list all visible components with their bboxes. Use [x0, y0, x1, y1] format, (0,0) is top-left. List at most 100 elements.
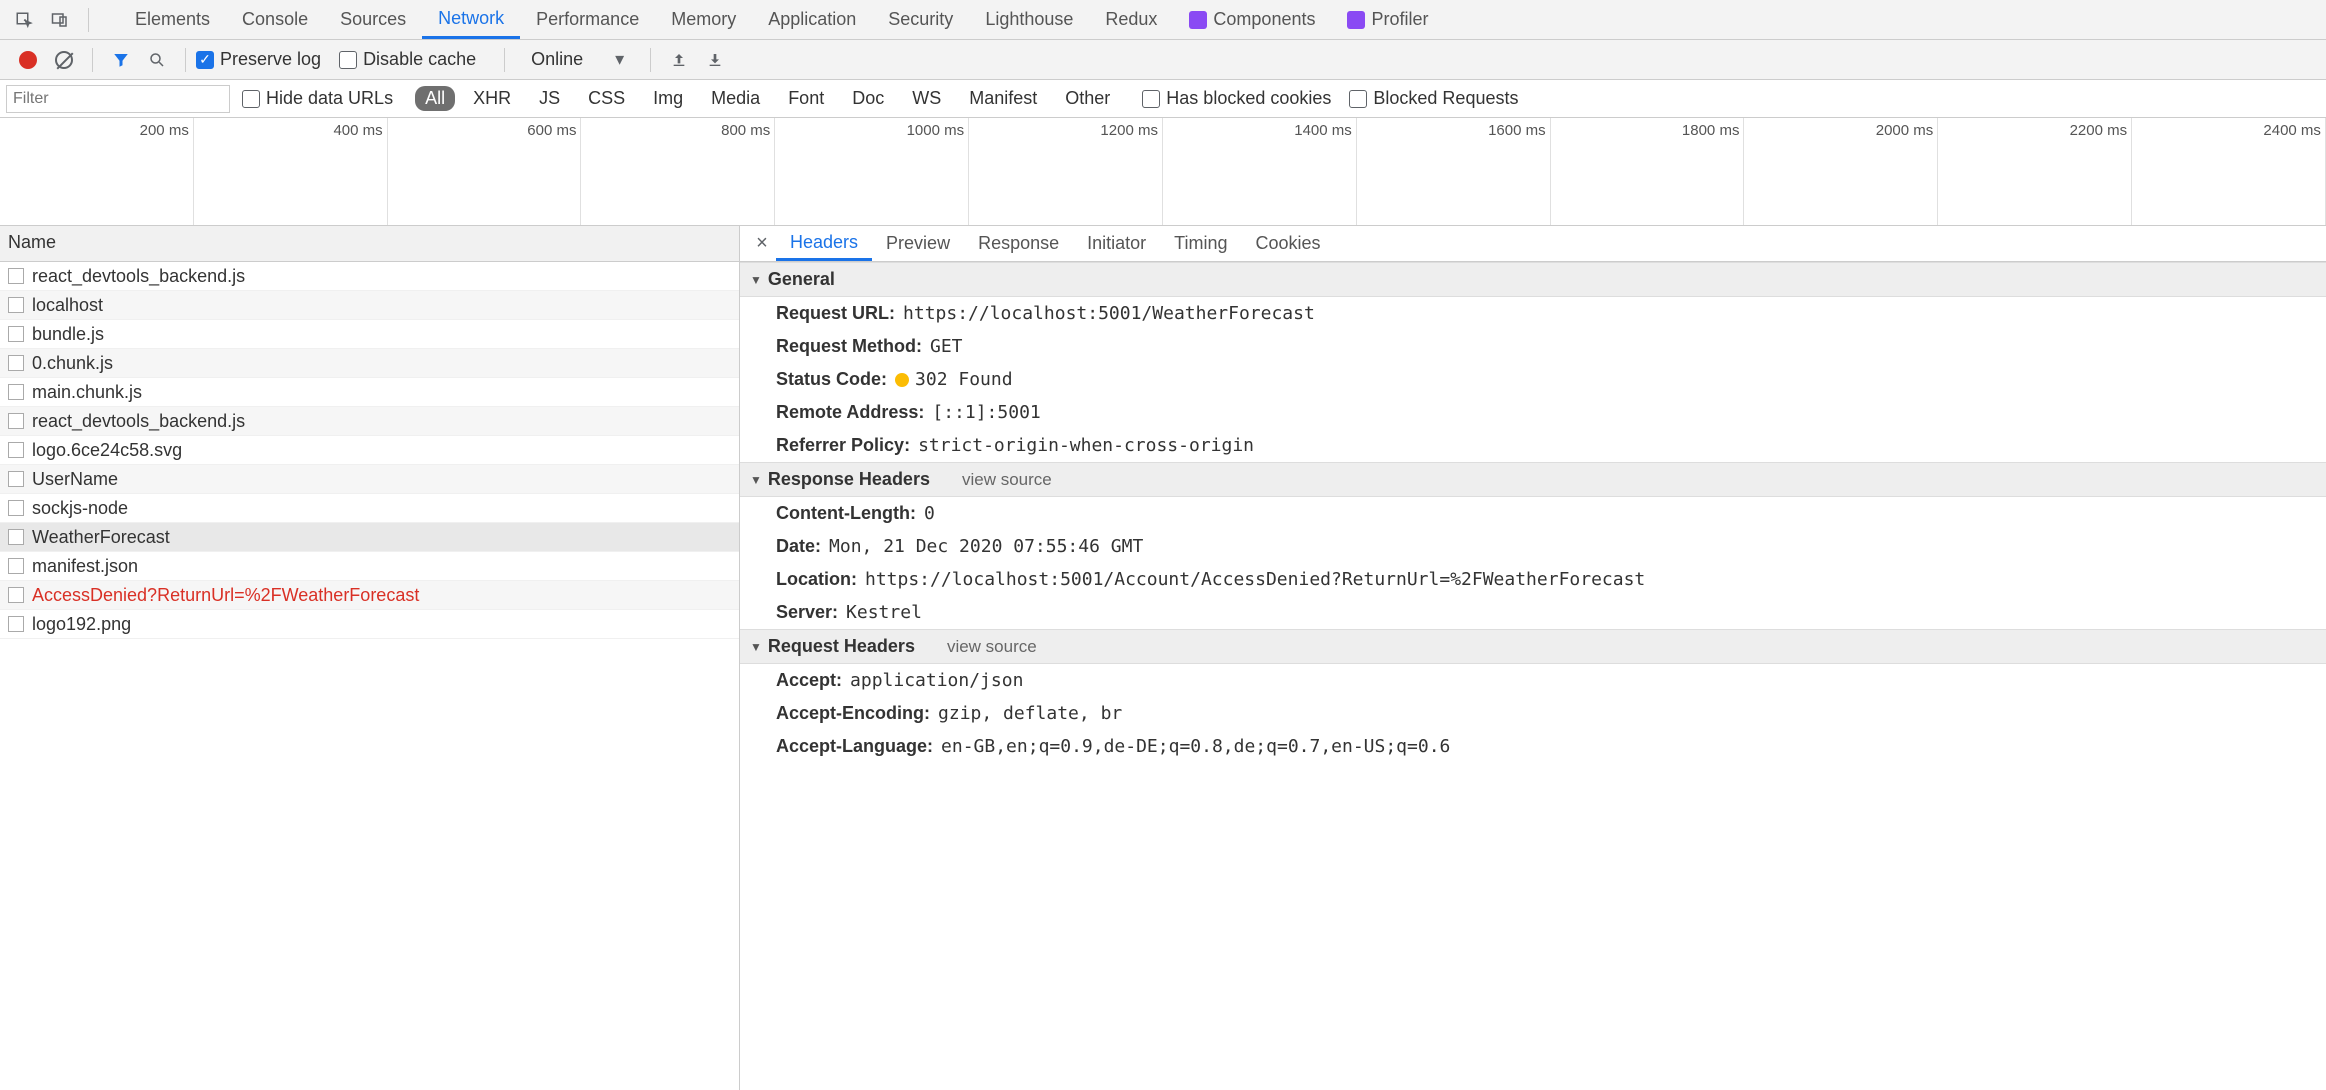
has-blocked-cookies-checkbox[interactable]: Has blocked cookies	[1142, 88, 1331, 109]
view-source-link[interactable]: view source	[962, 470, 1052, 490]
tab-components[interactable]: Components	[1173, 0, 1331, 39]
name-column-header[interactable]: Name	[0, 226, 739, 262]
record-icon	[19, 51, 37, 69]
type-pill-css[interactable]: CSS	[578, 86, 635, 111]
inspect-icon[interactable]	[10, 6, 38, 34]
request-name: WeatherForecast	[32, 527, 170, 548]
type-pill-js[interactable]: JS	[529, 86, 570, 111]
timeline-tick: 2400 ms	[2263, 122, 2321, 139]
timeline-tick: 2200 ms	[2070, 122, 2128, 139]
request-name: react_devtools_backend.js	[32, 266, 245, 287]
referrer-policy-value: strict-origin-when-cross-origin	[918, 435, 1254, 456]
remote-address-key: Remote Address:	[776, 402, 924, 423]
preserve-log-checkbox[interactable]: ✓ Preserve log	[196, 49, 321, 70]
detail-tab-initiator[interactable]: Initiator	[1073, 226, 1160, 261]
request-headers-section[interactable]: ▼ Request Headers view source	[740, 629, 2326, 664]
header-key: Date:	[776, 536, 821, 557]
react-icon	[1189, 11, 1207, 29]
timeline[interactable]: 200 ms 400 ms 600 ms 800 ms 1000 ms 1200…	[0, 118, 2326, 226]
type-pill-all[interactable]: All	[415, 86, 455, 111]
request-row[interactable]: react_devtools_backend.js	[0, 262, 739, 291]
detail-tab-timing[interactable]: Timing	[1160, 226, 1241, 261]
timeline-tick: 2000 ms	[1876, 122, 1934, 139]
type-pill-doc[interactable]: Doc	[842, 86, 894, 111]
clear-icon	[55, 51, 73, 69]
type-pill-media[interactable]: Media	[701, 86, 770, 111]
view-source-link[interactable]: view source	[947, 637, 1037, 657]
header-value: Mon, 21 Dec 2020 07:55:46 GMT	[829, 536, 1143, 557]
type-pill-img[interactable]: Img	[643, 86, 693, 111]
separator	[92, 48, 93, 72]
type-pill-font[interactable]: Font	[778, 86, 834, 111]
tab-redux[interactable]: Redux	[1089, 0, 1173, 39]
header-key: Location:	[776, 569, 857, 590]
request-headers-title: Request Headers	[768, 636, 915, 657]
request-row[interactable]: AccessDenied?ReturnUrl=%2FWeatherForecas…	[0, 581, 739, 610]
request-row[interactable]: localhost	[0, 291, 739, 320]
tab-profiler[interactable]: Profiler	[1331, 0, 1444, 39]
status-dot-icon	[895, 373, 909, 387]
request-row[interactable]: logo.6ce24c58.svg	[0, 436, 739, 465]
request-row[interactable]: bundle.js	[0, 320, 739, 349]
tab-performance[interactable]: Performance	[520, 0, 655, 39]
file-icon	[8, 384, 24, 400]
separator	[504, 48, 505, 72]
upload-har-icon[interactable]	[665, 46, 693, 74]
status-code-value: 302 Found	[895, 369, 1013, 390]
tab-sources[interactable]: Sources	[324, 0, 422, 39]
general-section[interactable]: ▼ General	[740, 262, 2326, 297]
request-list: react_devtools_backend.js localhost bundle…	[0, 262, 739, 1090]
throttle-select[interactable]: Online ▾	[523, 49, 632, 70]
detail-tab-headers[interactable]: Headers	[776, 226, 872, 261]
header-key: Accept:	[776, 670, 842, 691]
detail-tab-cookies[interactable]: Cookies	[1242, 226, 1335, 261]
bottom-panes: Name react_devtools_backend.js localhost b…	[0, 226, 2326, 1090]
timeline-tick: 1000 ms	[907, 122, 965, 139]
hide-data-urls-checkbox[interactable]: Hide data URLs	[242, 88, 393, 109]
request-row[interactable]: 0.chunk.js	[0, 349, 739, 378]
hide-data-urls-label: Hide data URLs	[266, 88, 393, 109]
response-headers-section[interactable]: ▼ Response Headers view source	[740, 462, 2326, 497]
timeline-tick: 1600 ms	[1488, 122, 1546, 139]
disable-cache-checkbox[interactable]: Disable cache	[339, 49, 476, 70]
blocked-requests-checkbox[interactable]: Blocked Requests	[1349, 88, 1518, 109]
tab-network[interactable]: Network	[422, 0, 520, 39]
tab-application[interactable]: Application	[752, 0, 872, 39]
network-toolbar: ✓ Preserve log Disable cache Online ▾	[0, 40, 2326, 80]
search-icon[interactable]	[143, 46, 171, 74]
request-row[interactable]: UserName	[0, 465, 739, 494]
request-row[interactable]: react_devtools_backend.js	[0, 407, 739, 436]
filter-toggle-icon[interactable]	[107, 46, 135, 74]
type-pill-xhr[interactable]: XHR	[463, 86, 521, 111]
filter-input[interactable]	[6, 85, 230, 113]
request-name: bundle.js	[32, 324, 104, 345]
has-blocked-cookies-label: Has blocked cookies	[1166, 88, 1331, 109]
record-button[interactable]	[14, 46, 42, 74]
request-row[interactable]: logo192.png	[0, 610, 739, 639]
request-row[interactable]: WeatherForecast	[0, 523, 739, 552]
request-row[interactable]: manifest.json	[0, 552, 739, 581]
detail-tab-preview[interactable]: Preview	[872, 226, 964, 261]
clear-button[interactable]	[50, 46, 78, 74]
header-key: Server:	[776, 602, 838, 623]
type-pill-manifest[interactable]: Manifest	[959, 86, 1047, 111]
detail-tab-response[interactable]: Response	[964, 226, 1073, 261]
tab-security[interactable]: Security	[872, 0, 969, 39]
type-pill-ws[interactable]: WS	[902, 86, 951, 111]
filter-bar: Hide data URLs All XHR JS CSS Img Media …	[0, 80, 2326, 118]
tab-lighthouse[interactable]: Lighthouse	[969, 0, 1089, 39]
request-row[interactable]: sockjs-node	[0, 494, 739, 523]
close-icon[interactable]: ×	[748, 232, 776, 255]
separator	[88, 8, 89, 32]
request-name: sockjs-node	[32, 498, 128, 519]
file-icon	[8, 587, 24, 603]
download-har-icon[interactable]	[701, 46, 729, 74]
checkbox-checked-icon: ✓	[196, 51, 214, 69]
tab-memory[interactable]: Memory	[655, 0, 752, 39]
tab-elements[interactable]: Elements	[119, 0, 226, 39]
tab-console[interactable]: Console	[226, 0, 324, 39]
devtools-tabs: Elements Console Sources Network Perform…	[0, 0, 2326, 40]
device-toggle-icon[interactable]	[46, 6, 74, 34]
request-row[interactable]: main.chunk.js	[0, 378, 739, 407]
type-pill-other[interactable]: Other	[1055, 86, 1120, 111]
